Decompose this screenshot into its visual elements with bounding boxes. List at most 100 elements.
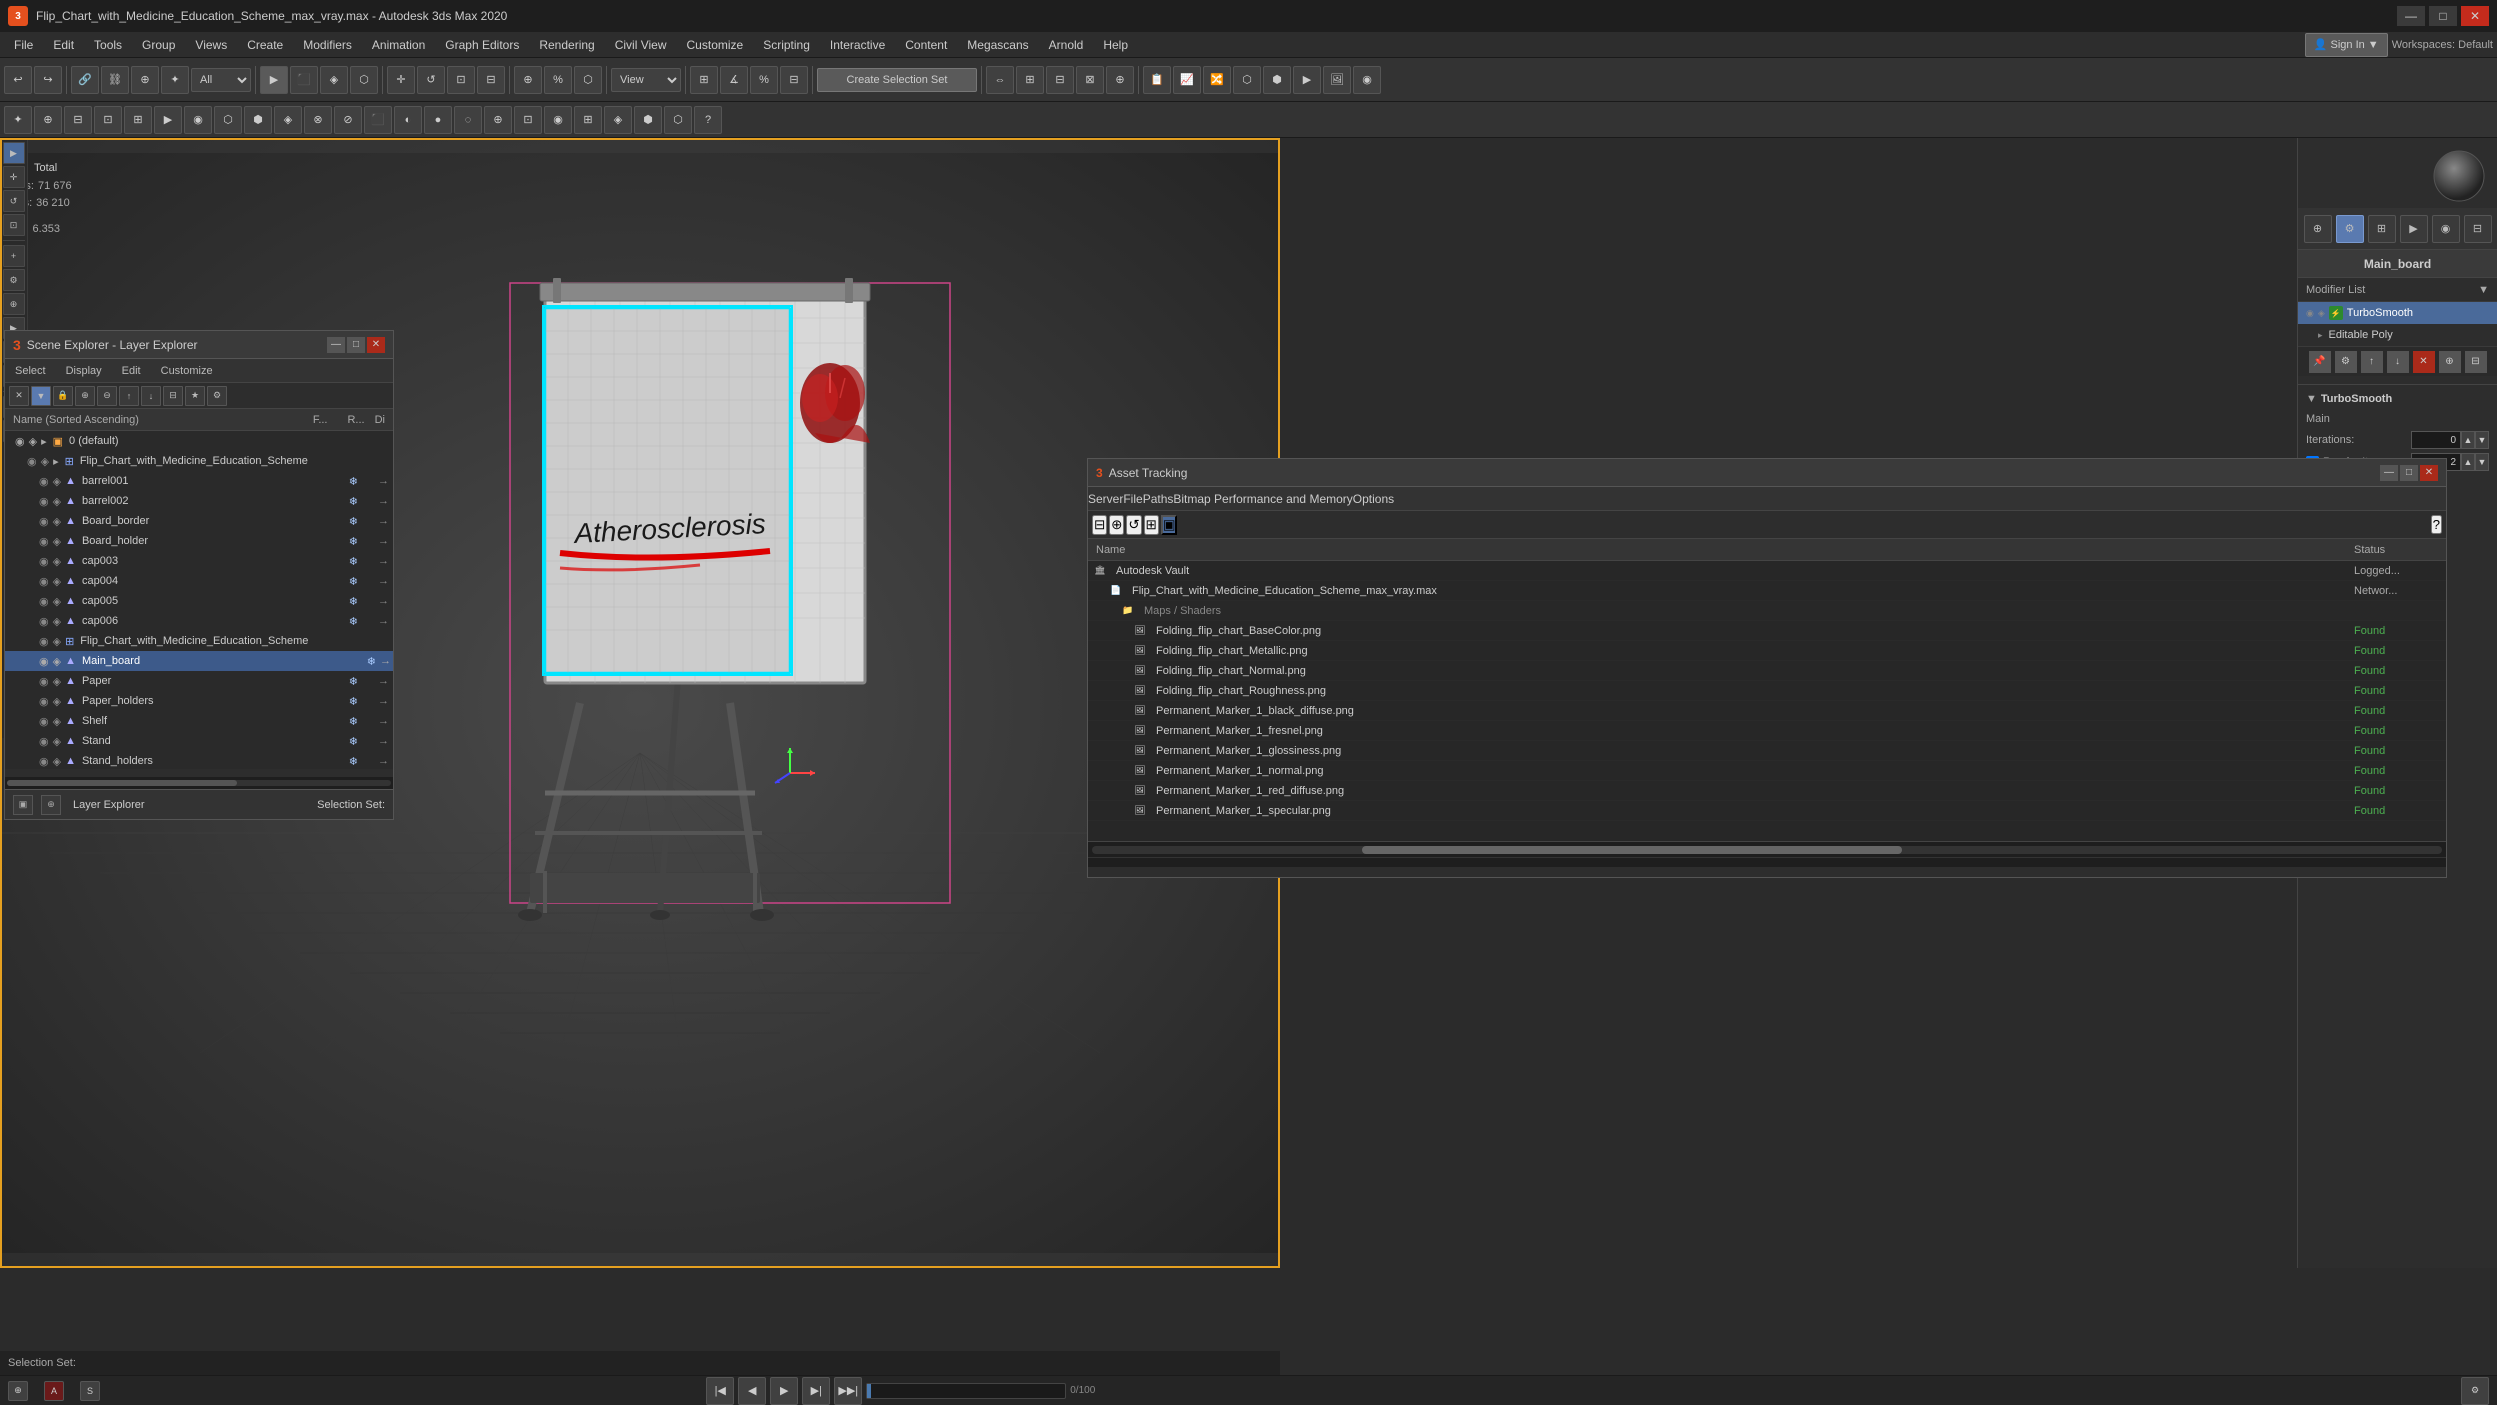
se-tb-close-filter[interactable]: ✕ (9, 386, 29, 406)
se-footer-icon-btn2[interactable]: ⊕ (41, 795, 61, 815)
tb2-btn4[interactable]: ⊡ (94, 106, 122, 134)
at-tb-btn4[interactable]: ⊞ (1144, 515, 1159, 535)
time-config-btn[interactable]: ⚙ (2461, 1377, 2489, 1405)
at-item-normal-map[interactable]: 🖼 Permanent_Marker_1_normal.png Found (1088, 761, 2446, 781)
se-tb-expand[interactable]: ⊕ (75, 386, 95, 406)
menu-tools[interactable]: Tools (84, 36, 132, 54)
se-tb-move-down[interactable]: ↓ (141, 386, 161, 406)
se-menu-display[interactable]: Display (56, 363, 112, 379)
percent-snap-button[interactable]: % (750, 66, 778, 94)
se-tb-sort[interactable]: ⊟ (163, 386, 183, 406)
se-menu-customize[interactable]: Customize (151, 363, 223, 379)
move-button[interactable]: ✛ (387, 66, 415, 94)
percent-button[interactable]: % (544, 66, 572, 94)
menu-help[interactable]: Help (1093, 36, 1138, 54)
tb2-sim10[interactable]: ● (424, 106, 452, 134)
se-scrollbar[interactable] (5, 777, 393, 789)
tb2-sim11[interactable]: ◌ (454, 106, 482, 134)
rotate-tool-button[interactable]: ↺ (3, 190, 25, 212)
se-item-stand[interactable]: ◉ ◈ ▲ Stand ❄ → (5, 731, 393, 751)
menu-edit[interactable]: Edit (43, 36, 84, 54)
se-item-board-border[interactable]: ◉ ◈ ▲ Board_border ❄ → (5, 511, 393, 531)
scale-type-button[interactable]: ⊟ (477, 66, 505, 94)
curve-editor-button[interactable]: 📈 (1173, 66, 1201, 94)
modifier-dropdown-icon[interactable]: ▼ (2478, 284, 2489, 296)
modify-tool[interactable]: ⚙ (3, 269, 25, 291)
at-item-normal[interactable]: 🖼 Folding_flip_chart_Normal.png Found (1088, 661, 2446, 681)
tb2-btn5[interactable]: ⊞ (124, 106, 152, 134)
tb2-sim8[interactable]: ⬛ (364, 106, 392, 134)
tb2-btn2[interactable]: ⊕ (34, 106, 62, 134)
at-menu-paths[interactable]: Paths (1143, 492, 1174, 506)
tb2-sim5[interactable]: ◈ (274, 106, 302, 134)
se-item-stand-holders[interactable]: ◉ ◈ ▲ Stand_holders ❄ → (5, 751, 393, 769)
at-close-btn[interactable]: ✕ (2420, 465, 2438, 481)
bind-button[interactable]: ⊕ (131, 66, 159, 94)
render-frame-button[interactable]: 🖼 (1323, 66, 1351, 94)
align-view-button[interactable]: ⊟ (1046, 66, 1074, 94)
place-button[interactable]: ⊕ (1106, 66, 1134, 94)
modify-panel-btn[interactable]: ⚙ (2336, 215, 2364, 243)
redo-button[interactable]: ↪ (34, 66, 62, 94)
utilities-panel-btn[interactable]: ⊟ (2464, 215, 2492, 243)
at-item-maps-folder[interactable]: 📁 Maps / Shaders (1088, 601, 2446, 621)
tb2-sim12[interactable]: ⊕ (484, 106, 512, 134)
mod-paste-btn[interactable]: ⊟ (2465, 351, 2487, 373)
se-maximize-btn[interactable]: □ (347, 337, 365, 353)
scale-button[interactable]: ⊡ (447, 66, 475, 94)
mod-up-btn[interactable]: ↑ (2361, 351, 2383, 373)
create-tool[interactable]: + (3, 245, 25, 267)
sign-in-button[interactable]: 👤 Sign In ▼ (2305, 33, 2388, 57)
timeline-start-btn[interactable]: |◀ (706, 1377, 734, 1405)
menu-views[interactable]: Views (185, 36, 237, 54)
tb2-sim4[interactable]: ⬢ (244, 106, 272, 134)
se-item-paper-holders[interactable]: ◉ ◈ ▲ Paper_holders ❄ → (5, 691, 393, 711)
select-filter-button[interactable]: ✦ (161, 66, 189, 94)
timeline-end-btn[interactable]: ▶▶| (834, 1377, 862, 1405)
at-item-fresnel[interactable]: 🖼 Permanent_Marker_1_fresnel.png Found (1088, 721, 2446, 741)
create-selection-set-button[interactable]: Create Selection Set (817, 68, 977, 92)
at-item-vault[interactable]: 🏛 Autodesk Vault Logged... (1088, 561, 2446, 581)
tb2-sim14[interactable]: ◉ (544, 106, 572, 134)
at-tb-btn1[interactable]: ⊟ (1092, 515, 1107, 535)
align-button[interactable]: ⊞ (1016, 66, 1044, 94)
rotate-button[interactable]: ↺ (417, 66, 445, 94)
active-shade-button[interactable]: ◉ (1353, 66, 1381, 94)
tb2-sim2[interactable]: ◉ (184, 106, 212, 134)
se-menu-select[interactable]: Select (5, 363, 56, 379)
normal-align-button[interactable]: ⊠ (1076, 66, 1104, 94)
menu-create[interactable]: Create (237, 36, 293, 54)
undo-button[interactable]: ↩ (4, 66, 32, 94)
render-button[interactable]: ▶ (1293, 66, 1321, 94)
menu-animation[interactable]: Animation (362, 36, 435, 54)
menu-customize[interactable]: Customize (677, 36, 754, 54)
se-tb-highlight[interactable]: ★ (185, 386, 205, 406)
mod-down-btn[interactable]: ↓ (2387, 351, 2409, 373)
se-tb-settings[interactable]: ⚙ (207, 386, 227, 406)
select-object-button[interactable]: ▶ (260, 66, 288, 94)
select-lasso-button[interactable]: ◈ (320, 66, 348, 94)
menu-rendering[interactable]: Rendering (529, 36, 604, 54)
tb2-sim18[interactable]: ⬡ (664, 106, 692, 134)
se-item-0[interactable]: ◉ ◈ ▸ ▣ 0 (default) (5, 431, 393, 451)
select-region-button[interactable]: ⬛ (290, 66, 318, 94)
reference-button[interactable]: ⊕ (514, 66, 542, 94)
at-item-red-diffuse[interactable]: 🖼 Permanent_Marker_1_red_diffuse.png Fou… (1088, 781, 2446, 801)
menu-megascans[interactable]: Megascans (957, 36, 1038, 54)
se-item-shelf[interactable]: ◉ ◈ ▲ Shelf ❄ → (5, 711, 393, 731)
spinner-snap-button[interactable]: ⊟ (780, 66, 808, 94)
ts-iterations-input[interactable] (2411, 431, 2461, 449)
tb2-sim13[interactable]: ⊡ (514, 106, 542, 134)
render-setup-button[interactable]: ⬢ (1263, 66, 1291, 94)
status-key-btn[interactable]: ⊕ (8, 1381, 28, 1401)
menu-scripting[interactable]: Scripting (753, 36, 820, 54)
mirror-button[interactable]: ⇔ (986, 66, 1014, 94)
asset-tracking-list[interactable]: 🏛 Autodesk Vault Logged... 📄 Flip_Chart_… (1088, 561, 2446, 841)
minimize-button[interactable]: — (2397, 6, 2425, 26)
at-menu-bitmap[interactable]: Bitmap Performance and Memory (1173, 492, 1352, 506)
at-menu-server[interactable]: Server (1088, 492, 1123, 506)
at-item-specular[interactable]: 🖼 Permanent_Marker_1_specular.png Found (1088, 801, 2446, 821)
at-tb-btn2[interactable]: ⊕ (1109, 515, 1124, 535)
se-item-barrel002[interactable]: ◉ ◈ ▲ barrel002 ❄ → (5, 491, 393, 511)
tb2-sim17[interactable]: ⬢ (634, 106, 662, 134)
